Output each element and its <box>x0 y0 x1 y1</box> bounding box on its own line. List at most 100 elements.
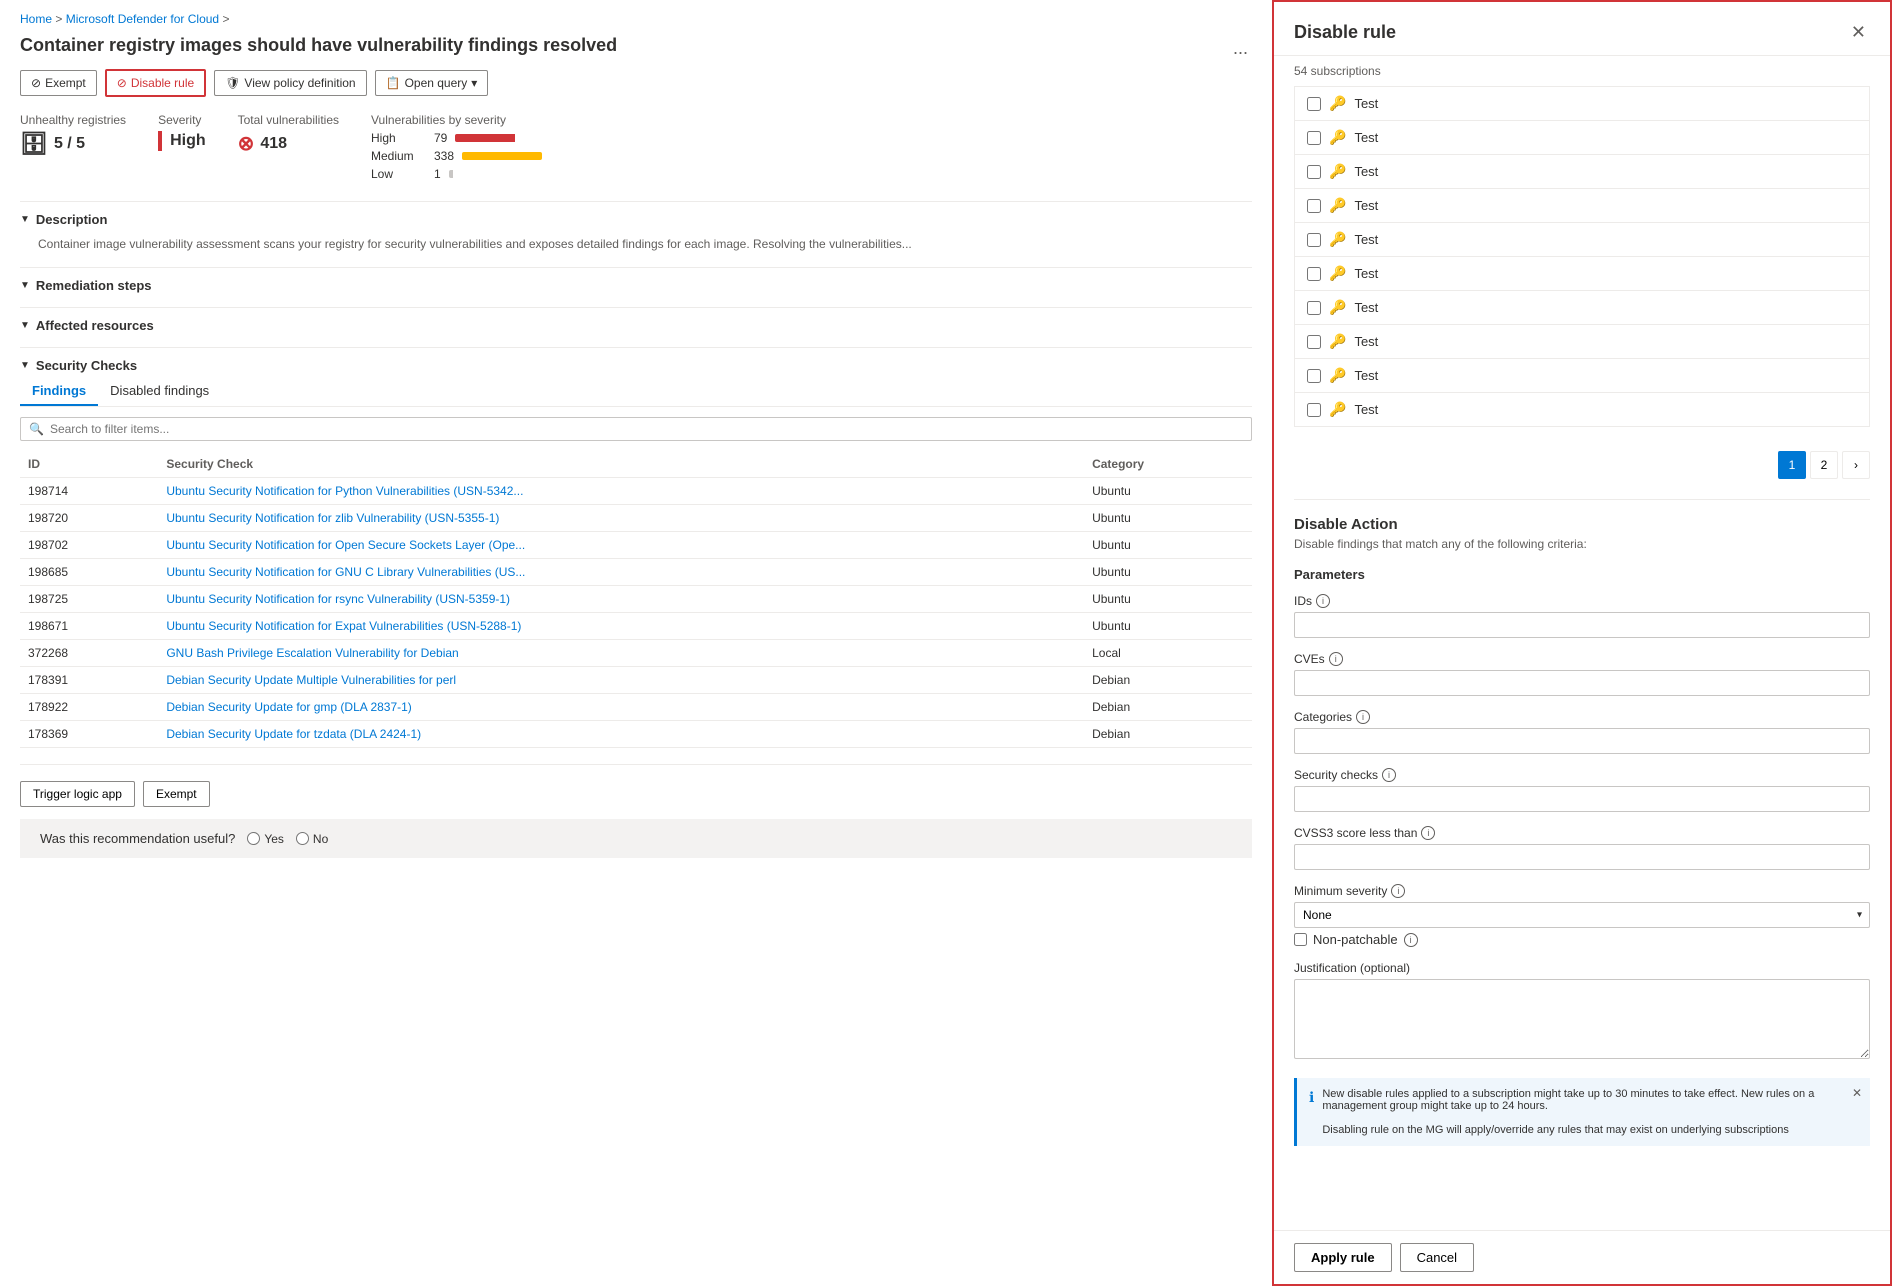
subscription-checkbox[interactable] <box>1307 165 1321 179</box>
close-button[interactable]: ✕ <box>1847 18 1870 47</box>
subscription-checkbox[interactable] <box>1307 233 1321 247</box>
subscription-checkbox[interactable] <box>1307 97 1321 111</box>
row-id: 198685 <box>20 559 158 586</box>
cvss3-input[interactable] <box>1294 844 1870 870</box>
row-id: 198671 <box>20 613 158 640</box>
subscription-checkbox[interactable] <box>1307 369 1321 383</box>
toolbar: ⊘ Exempt ⊘ Disable rule 🛡 View policy de… <box>20 69 1252 97</box>
drawer-footer: Apply rule Cancel <box>1274 1230 1890 1284</box>
key-icon: 🔑 <box>1329 129 1346 146</box>
key-icon: 🔑 <box>1329 163 1346 180</box>
page-1-button[interactable]: 1 <box>1778 451 1806 479</box>
row-check: GNU Bash Privilege Escalation Vulnerabil… <box>158 640 1084 667</box>
row-id: 198725 <box>20 586 158 613</box>
remediation-header[interactable]: ▼ Remediation steps <box>20 278 1252 293</box>
breadcrumb-product[interactable]: Microsoft Defender for Cloud <box>66 12 219 26</box>
non-patchable-info-icon[interactable]: i <box>1404 933 1418 947</box>
subscription-checkbox[interactable] <box>1307 199 1321 213</box>
table-row: 198714 Ubuntu Security Notification for … <box>20 478 1252 505</box>
subscription-checkbox[interactable] <box>1307 335 1321 349</box>
row-check-link[interactable]: Ubuntu Security Notification for GNU C L… <box>166 565 525 579</box>
cves-info-icon[interactable]: i <box>1329 652 1343 666</box>
tab-findings[interactable]: Findings <box>20 377 98 406</box>
info-banner-close-button[interactable]: ✕ <box>1852 1086 1862 1100</box>
security-checks-info-icon[interactable]: i <box>1382 768 1396 782</box>
description-header[interactable]: ▼ Description <box>20 212 1252 227</box>
cancel-button-footer[interactable]: Cancel <box>1400 1243 1474 1272</box>
min-severity-select[interactable]: None Low Medium High <box>1294 902 1870 928</box>
exempt-bottom-button[interactable]: Exempt <box>143 781 210 807</box>
categories-input[interactable] <box>1294 728 1870 754</box>
key-icon: 🔑 <box>1329 401 1346 418</box>
ids-form-group: IDs i <box>1294 594 1870 638</box>
findings-table: ID Security Check Category 198714 Ubuntu… <box>20 451 1252 748</box>
open-query-button[interactable]: 📋 Open query ▾ <box>375 70 489 96</box>
min-severity-select-wrapper: None Low Medium High ▾ <box>1294 902 1870 928</box>
security-checks-input[interactable] <box>1294 786 1870 812</box>
page-title: Container registry images should have vu… <box>20 34 617 57</box>
min-severity-info-icon[interactable]: i <box>1391 884 1405 898</box>
feedback-yes-label[interactable]: Yes <box>247 832 284 846</box>
breadcrumb: Home > Microsoft Defender for Cloud > <box>20 12 1252 26</box>
col-category: Category <box>1084 451 1252 478</box>
row-id: 178391 <box>20 667 158 694</box>
security-checks-header[interactable]: ▼ Security Checks <box>20 358 1252 373</box>
row-check-link[interactable]: Debian Security Update for gmp (DLA 2837… <box>166 700 411 714</box>
affected-resources-header[interactable]: ▼ Affected resources <box>20 318 1252 333</box>
subscription-checkbox[interactable] <box>1307 267 1321 281</box>
left-panel: Home > Microsoft Defender for Cloud > Co… <box>0 0 1272 1286</box>
list-item: 🔑 Test <box>1295 155 1869 189</box>
row-check-link[interactable]: Ubuntu Security Notification for rsync V… <box>166 592 510 606</box>
row-check-link[interactable]: Ubuntu Security Notification for Expat V… <box>166 619 521 633</box>
ids-input[interactable] <box>1294 612 1870 638</box>
row-check: Debian Security Update for tzdata (DLA 2… <box>158 721 1084 748</box>
exempt-button[interactable]: ⊘ Exempt <box>20 70 97 96</box>
disable-rule-button[interactable]: ⊘ Disable rule <box>105 69 206 97</box>
feedback-no-radio[interactable] <box>296 832 309 845</box>
row-check-link[interactable]: Ubuntu Security Notification for zlib Vu… <box>166 511 499 525</box>
row-id: 198720 <box>20 505 158 532</box>
table-row: 198671 Ubuntu Security Notification for … <box>20 613 1252 640</box>
non-patchable-checkbox[interactable] <box>1294 933 1307 946</box>
row-check-link[interactable]: Debian Security Update Multiple Vulnerab… <box>166 673 456 687</box>
apply-rule-button[interactable]: Apply rule <box>1294 1243 1392 1272</box>
ids-info-icon[interactable]: i <box>1316 594 1330 608</box>
feedback-no-label[interactable]: No <box>296 832 328 846</box>
view-policy-button[interactable]: 🛡 View policy definition <box>214 70 366 96</box>
subscription-checkbox[interactable] <box>1307 301 1321 315</box>
cves-form-group: CVEs i <box>1294 652 1870 696</box>
row-id: 198714 <box>20 478 158 505</box>
list-item: 🔑 Test <box>1295 291 1869 325</box>
row-check-link[interactable]: Debian Security Update for tzdata (DLA 2… <box>166 727 421 741</box>
key-icon: 🔑 <box>1329 231 1346 248</box>
subscription-name: Test <box>1354 368 1378 383</box>
row-check-link[interactable]: Ubuntu Security Notification for Open Se… <box>166 538 525 552</box>
min-severity-form-group: Minimum severity i None Low Medium High … <box>1294 884 1870 947</box>
table-row: 372268 GNU Bash Privilege Escalation Vul… <box>20 640 1252 667</box>
row-category: Ubuntu <box>1084 532 1252 559</box>
row-category: Debian <box>1084 694 1252 721</box>
search-input[interactable] <box>50 422 1243 436</box>
trigger-logic-app-button[interactable]: Trigger logic app <box>20 781 135 807</box>
page-2-button[interactable]: 2 <box>1810 451 1838 479</box>
subscription-checkbox[interactable] <box>1307 131 1321 145</box>
cvss3-info-icon[interactable]: i <box>1421 826 1435 840</box>
feedback-yes-radio[interactable] <box>247 832 260 845</box>
page-next-button[interactable]: › <box>1842 451 1870 479</box>
cves-input[interactable] <box>1294 670 1870 696</box>
row-check-link[interactable]: GNU Bash Privilege Escalation Vulnerabil… <box>166 646 458 660</box>
row-check-link[interactable]: Ubuntu Security Notification for Python … <box>166 484 523 498</box>
subscription-checkbox[interactable] <box>1307 403 1321 417</box>
subscription-name: Test <box>1354 164 1378 179</box>
categories-info-icon[interactable]: i <box>1356 710 1370 724</box>
justification-textarea[interactable] <box>1294 979 1870 1059</box>
key-icon: 🔑 <box>1329 367 1346 384</box>
more-options-button[interactable]: ... <box>1229 34 1252 63</box>
tab-disabled-findings[interactable]: Disabled findings <box>98 377 221 406</box>
row-category: Ubuntu <box>1084 505 1252 532</box>
subscription-list: 🔑 Test 🔑 Test 🔑 Test 🔑 Test 🔑 Test 🔑 Tes… <box>1294 86 1870 427</box>
key-icon: 🔑 <box>1329 265 1346 282</box>
search-icon: 🔍 <box>29 422 44 436</box>
breadcrumb-home[interactable]: Home <box>20 12 52 26</box>
error-icon: ⊗ <box>238 131 255 156</box>
